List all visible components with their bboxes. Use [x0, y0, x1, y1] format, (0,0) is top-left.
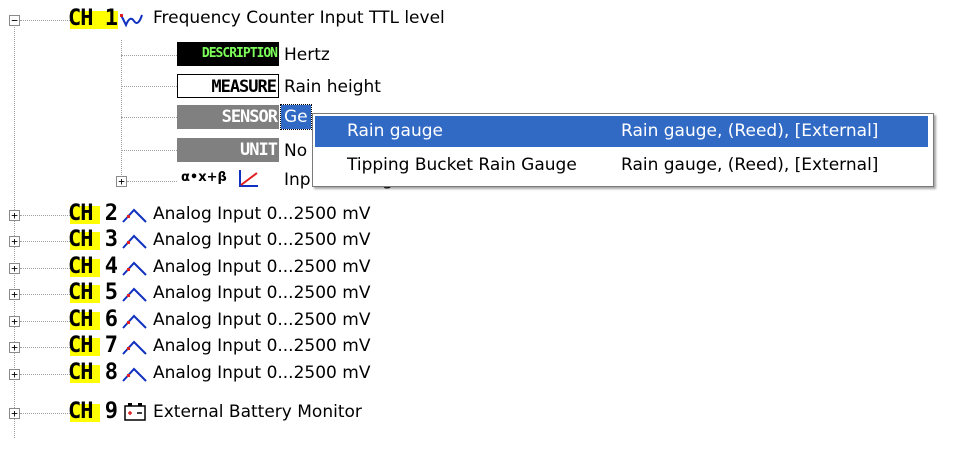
analog-wave-icon — [122, 234, 147, 249]
description-value[interactable]: Hertz — [284, 43, 330, 67]
analog-wave-icon — [122, 261, 147, 276]
measure-tag: MEASURE — [177, 74, 279, 98]
tree-connector — [121, 117, 177, 118]
menu-item-details: Rain gauge, (Reed), [External] — [621, 121, 879, 141]
tree-ch1-child-line — [121, 40, 122, 185]
tree-connector — [20, 241, 70, 242]
channel-tag: CH 2 — [68, 201, 118, 226]
collapse-icon[interactable]: − — [9, 15, 20, 26]
scaling-graph-icon — [239, 170, 258, 187]
analog-wave-icon — [122, 208, 147, 223]
tree-connector — [121, 150, 177, 151]
analog-wave-icon — [122, 314, 147, 329]
expand-icon[interactable]: + — [9, 236, 20, 247]
menu-item-tipping-bucket-rain-gauge[interactable]: Tipping Bucket Rain Gauge Rain gauge, (R… — [315, 150, 928, 181]
channel-title: Analog Input 0...2500 mV — [153, 257, 371, 277]
channel-tag: CH 3 — [68, 227, 118, 252]
channel-title: Analog Input 0...2500 mV — [153, 230, 371, 250]
channel-tag: CH 4 — [68, 254, 118, 279]
description-tag: DESCRIPTION — [177, 42, 279, 66]
expand-icon[interactable]: + — [9, 342, 20, 353]
channel-tag: CH 6 — [68, 307, 118, 332]
channel-title: Analog Input 0...2500 mV — [153, 310, 371, 330]
expand-icon[interactable]: + — [116, 176, 127, 187]
tree-connector — [20, 268, 70, 269]
channel-tag: CH 8 — [68, 360, 118, 385]
sensor-tag: SENSOR — [177, 105, 279, 129]
channel-tag: CH 7 — [68, 333, 118, 358]
channel-title: Analog Input 0...2500 mV — [153, 363, 371, 383]
tree-connector — [127, 181, 177, 182]
tree-connector — [20, 321, 70, 322]
expand-icon[interactable]: + — [9, 369, 20, 380]
tree-connector — [20, 215, 70, 216]
channel-title: External Battery Monitor — [153, 402, 362, 422]
expand-icon[interactable]: + — [9, 289, 20, 300]
unit-tag: UNIT — [177, 138, 279, 162]
measure-value[interactable]: Rain height — [284, 75, 381, 99]
analog-wave-icon — [122, 340, 147, 355]
menu-item-details: Rain gauge, (Reed), [External] — [621, 155, 879, 175]
channel-tag: CH 9 — [68, 399, 118, 424]
analog-wave-icon — [122, 367, 147, 382]
scaling-tag: α•x+β — [181, 170, 227, 185]
channel-title: Analog Input 0...2500 mV — [153, 204, 371, 224]
menu-item-name: Tipping Bucket Rain Gauge — [347, 155, 577, 175]
menu-item-name: Rain gauge — [347, 121, 443, 141]
expand-icon[interactable]: + — [9, 408, 20, 419]
frequency-wave-icon — [120, 14, 143, 28]
channel-tag: CH 1 — [68, 6, 118, 31]
tree-connector — [20, 20, 70, 21]
channel-title: Analog Input 0...2500 mV — [153, 336, 371, 356]
expand-icon[interactable]: + — [9, 263, 20, 274]
battery-icon — [124, 403, 146, 421]
tree-connector — [121, 86, 177, 87]
channel-tag: CH 5 — [68, 280, 118, 305]
menu-item-rain-gauge[interactable]: Rain gauge Rain gauge, (Reed), [External… — [315, 116, 928, 147]
channel-title: Analog Input 0...2500 mV — [153, 283, 371, 303]
sensor-value[interactable]: Ge — [280, 104, 312, 130]
tree-connector — [20, 294, 70, 295]
expand-icon[interactable]: + — [9, 316, 20, 327]
expand-icon[interactable]: + — [9, 210, 20, 221]
tree-connector — [20, 347, 70, 348]
tree-connector — [121, 55, 177, 56]
tree-connector — [20, 413, 70, 414]
unit-value[interactable]: No — [284, 139, 307, 163]
tree-connector — [20, 374, 70, 375]
channel-title: Frequency Counter Input TTL level — [153, 8, 445, 28]
sensor-dropdown-menu: Rain gauge Rain gauge, (Reed), [External… — [312, 113, 934, 187]
analog-wave-icon — [122, 287, 147, 302]
